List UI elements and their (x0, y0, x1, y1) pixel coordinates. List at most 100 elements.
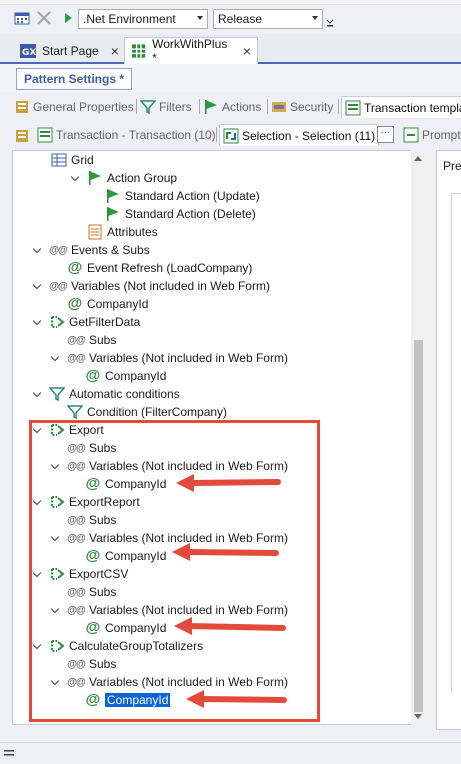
events-icon: @@ (67, 352, 86, 364)
tree-label: CompanyId (87, 297, 149, 311)
tree-item-variables[interactable]: @@ Variables (Not included in Web Form) (33, 277, 270, 295)
gx-icon: GX (20, 43, 36, 58)
events-icon: @@ (49, 244, 68, 256)
grid-icon (51, 153, 67, 167)
chevron-down-icon (312, 16, 318, 20)
tree-label: CompanyId (105, 369, 167, 383)
tab-transaction-template[interactable]: Transaction templa (341, 96, 461, 118)
transaction-icon (345, 100, 361, 115)
toolbar-overflow-icon[interactable] (326, 14, 334, 28)
tree-label: Event Refresh (LoadCompany) (87, 261, 253, 275)
variable-icon: @ (67, 295, 83, 312)
grid-icon (131, 44, 146, 58)
tree-item-action-group[interactable]: Action Group (71, 169, 177, 187)
tree-item-subs[interactable]: @@ Subs (67, 331, 116, 349)
tree-item-standard-action-update[interactable]: Standard Action (Update) (105, 187, 260, 205)
tree-label: Attributes (107, 225, 158, 239)
tab-filters[interactable]: Filters (140, 96, 192, 118)
tab-label: Filters (159, 100, 192, 114)
preview-title: Pre (443, 159, 461, 173)
property-tabs: General Properties Filters Actions Secur… (0, 94, 461, 118)
tree-item-companyid[interactable]: @ CompanyId (67, 295, 149, 313)
attributes-icon (88, 224, 102, 240)
calendar-grid-icon[interactable] (14, 10, 30, 26)
tab-general-properties[interactable]: General Properties (14, 96, 134, 118)
tree-label: Action Group (107, 171, 178, 185)
tree-item-automatic-conditions[interactable]: Automatic conditions (33, 385, 180, 403)
chevron-down-icon[interactable] (33, 389, 43, 399)
tree-item-getfilterdata[interactable]: GetFilterData (33, 313, 140, 331)
tree-scrollbar[interactable] (411, 150, 426, 725)
procedure-icon (51, 316, 65, 328)
chevron-down-icon[interactable] (33, 281, 43, 291)
tree-label: Standard Action (Update) (125, 189, 260, 203)
chevron-down-icon[interactable] (33, 317, 43, 327)
selection-icon (223, 128, 239, 143)
tab-label: Transaction - Transaction (10) (56, 128, 216, 142)
tab-transaction-transaction[interactable]: Transaction - Transaction (10) (37, 124, 216, 146)
tree-label: Variables (Not included in Web Form) (71, 279, 270, 293)
environment-value: .Net Environment (83, 12, 176, 26)
tab-actions[interactable]: Actions (203, 96, 261, 118)
transaction-icon (37, 127, 53, 143)
tree-item-condition[interactable]: Condition (FilterCompany) (67, 403, 227, 421)
tree-label: Condition (FilterCompany) (87, 405, 228, 419)
close-icon[interactable]: × (243, 43, 251, 59)
tab-workwithplus[interactable]: WorkWithPlus * × (124, 37, 258, 65)
tab-label: WorkWithPlus * (152, 37, 228, 65)
properties-icon (16, 101, 28, 113)
tab-separator (199, 99, 200, 114)
tree-item-events-subs[interactable]: @@ Events & Subs (33, 241, 149, 259)
main-toolbar: .Net Environment Release (0, 0, 461, 34)
tab-start-page[interactable]: GX Start Page × (14, 37, 125, 64)
close-icon[interactable]: × (111, 43, 119, 59)
tab-label: General Properties (33, 100, 134, 114)
tree-item-event-refresh[interactable]: @ Event Refresh (LoadCompany) (67, 259, 253, 277)
cancel-build-icon[interactable] (36, 10, 52, 26)
tree-item-grid[interactable]: Grid (51, 151, 94, 169)
chevron-down-icon[interactable] (71, 173, 81, 183)
tree-item-standard-action-delete[interactable]: Standard Action (Delete) (105, 205, 256, 223)
tab-label: Start Page (42, 43, 99, 58)
tree-label: Automatic conditions (69, 387, 180, 401)
scroll-up-icon[interactable] (414, 156, 422, 161)
tab-separator (338, 99, 339, 114)
tree-label: GetFilterData (69, 315, 141, 329)
configuration-select[interactable]: Release (213, 9, 323, 29)
more-options-button[interactable]: ··· (377, 126, 394, 143)
chevron-down-icon[interactable] (51, 353, 61, 363)
environment-select[interactable]: .Net Environment (78, 9, 208, 29)
tab-label: Actions (222, 100, 262, 114)
tree-label: Variables (Not included in Web Form) (89, 351, 288, 365)
scroll-thumb[interactable] (414, 340, 423, 712)
flag-icon (89, 171, 101, 185)
tree-item-variables[interactable]: @@ Variables (Not included in Web Form) (51, 349, 288, 367)
flag-icon (205, 100, 217, 114)
tree-label: Standard Action (Delete) (125, 207, 256, 221)
tab-separator (136, 99, 137, 114)
tab-selection-selection[interactable]: Selection - Selection (11) (219, 124, 380, 146)
status-bar (0, 742, 461, 764)
events-icon: @@ (67, 334, 86, 346)
tree-label: Subs (89, 333, 117, 347)
pattern-settings-bar: Pattern Settings * (0, 64, 461, 92)
tree-label: Grid (71, 153, 94, 167)
properties-icon[interactable] (14, 128, 30, 144)
run-icon[interactable] (60, 10, 76, 26)
flag-icon (107, 189, 119, 203)
menu-icon[interactable] (4, 749, 16, 759)
tree-item-companyid[interactable]: @ CompanyId (85, 367, 167, 385)
scroll-down-icon[interactable] (414, 714, 422, 719)
svg-text:GX: GX (22, 48, 36, 58)
tab-prompt[interactable]: Prompt (403, 124, 461, 146)
annotation-highlight-box (29, 420, 320, 722)
instance-tabs: Transaction - Transaction (10) Selection… (0, 122, 461, 148)
tab-separator (216, 127, 217, 142)
tree-item-attributes[interactable]: Attributes (87, 223, 158, 241)
tab-security[interactable]: Security (271, 96, 333, 118)
preview-panel[interactable]: Pre (436, 150, 461, 730)
pattern-settings-button[interactable]: Pattern Settings * (16, 68, 133, 90)
prompt-icon (403, 127, 419, 143)
chevron-down-icon[interactable] (33, 245, 43, 255)
filter-icon (49, 387, 65, 402)
